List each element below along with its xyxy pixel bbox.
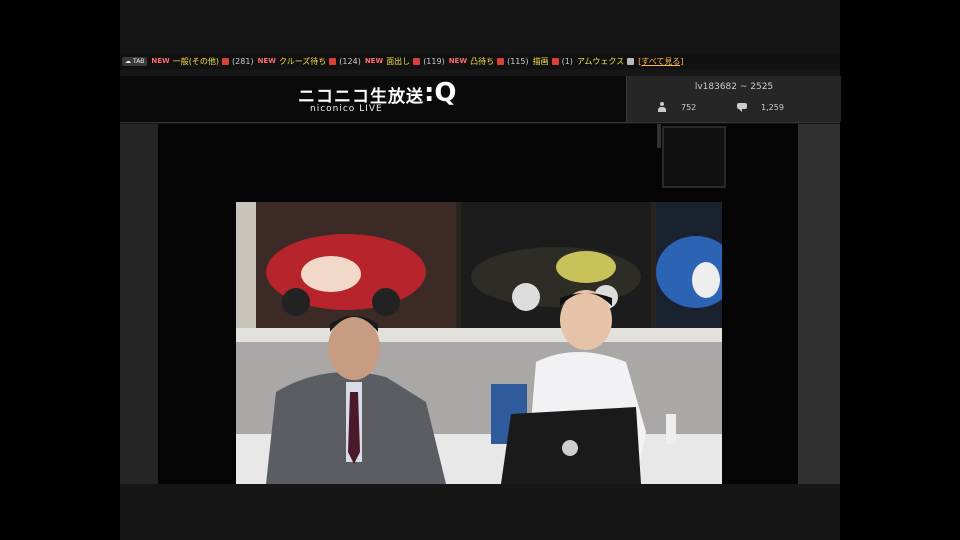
ticker-label: 面出し bbox=[386, 56, 411, 66]
monitor-stand bbox=[657, 124, 661, 148]
live-icon bbox=[497, 57, 505, 65]
ticker-count: (124) bbox=[339, 56, 361, 66]
studio-monitor bbox=[662, 126, 726, 188]
viewer-icon bbox=[657, 102, 667, 112]
ticker-label: 描画 bbox=[532, 56, 549, 66]
studio-wall-left bbox=[120, 124, 158, 484]
player-header: ニコニコ生放送 :Q niconico LIVE lv183682 ~ 2525… bbox=[120, 76, 841, 123]
letterbox-left bbox=[0, 0, 120, 540]
live-player: ☁ TAB NEW 一般(その他) (281) NEW クルーズ待ち (124)… bbox=[120, 0, 841, 540]
ticker-count: (119) bbox=[423, 56, 445, 66]
live-icon bbox=[413, 57, 421, 65]
live-id: lv183682 ~ 2525 bbox=[694, 82, 774, 92]
viewer-count: 752 bbox=[681, 102, 697, 112]
stats-panel: lv183682 ~ 2525 752 1,259 bbox=[626, 76, 841, 122]
ticker-count: (281) bbox=[232, 56, 254, 66]
new-tag: NEW bbox=[151, 57, 170, 65]
ticker-item[interactable]: NEW 面出し (119) bbox=[365, 56, 445, 67]
stat-row: 752 1,259 bbox=[657, 102, 827, 112]
apple-logo-icon bbox=[562, 440, 578, 456]
folder-icon bbox=[627, 57, 635, 65]
cloud-icon: ☁ bbox=[125, 57, 131, 65]
niconico-live-logo: ニコニコ生放送 :Q niconico LIVE bbox=[298, 78, 457, 114]
studio-wall-right bbox=[798, 124, 840, 484]
letterbox-right bbox=[840, 0, 960, 540]
live-icon bbox=[329, 57, 337, 65]
live-icon bbox=[551, 57, 559, 65]
live-icon bbox=[222, 57, 230, 65]
new-tag: NEW bbox=[364, 57, 384, 65]
comment-count: 1,259 bbox=[761, 102, 784, 112]
new-tag: NEW bbox=[257, 57, 276, 65]
ticker-count: (1) bbox=[561, 56, 573, 66]
ticker-label: 凸待ち bbox=[470, 56, 495, 66]
category-ticker: ☁ TAB NEW 一般(その他) (281) NEW クルーズ待ち (124)… bbox=[120, 53, 840, 69]
ticker-item[interactable]: アムウェクス bbox=[576, 56, 635, 67]
ticker-label: 一般(その他) bbox=[172, 56, 220, 66]
broadcast-scene bbox=[236, 202, 722, 484]
see-all-link[interactable]: [すべて見る] bbox=[638, 56, 683, 67]
ticker-item[interactable]: NEW クルーズ待ち (124) bbox=[258, 56, 361, 67]
new-tag: NEW bbox=[448, 57, 468, 65]
ticker-label: アムウェクス bbox=[576, 56, 625, 66]
ticker-item[interactable]: 描画 (1) bbox=[533, 56, 573, 67]
ticker-item[interactable]: NEW 一般(その他) (281) bbox=[151, 56, 253, 67]
broadcast-video[interactable] bbox=[236, 202, 722, 484]
ticker-item[interactable]: NEW 凸待ち (115) bbox=[449, 56, 529, 67]
ticker-label: クルーズ待ち bbox=[278, 56, 327, 66]
ticker-count: (115) bbox=[507, 56, 529, 66]
comment-icon bbox=[737, 102, 747, 112]
tab-badge[interactable]: ☁ TAB bbox=[122, 56, 148, 66]
